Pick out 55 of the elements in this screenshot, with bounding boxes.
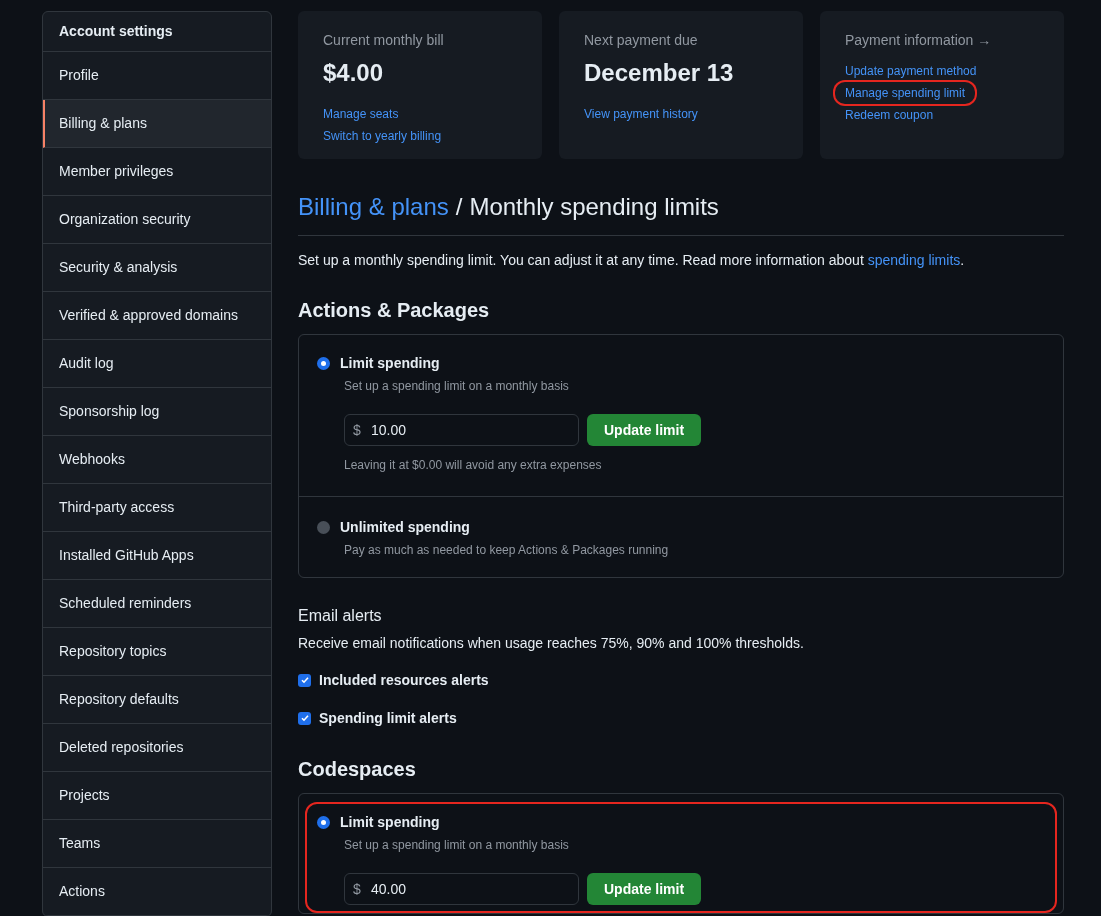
card-link[interactable]: Manage spending limit [835, 82, 976, 104]
card-value: $4.00 [323, 58, 384, 88]
card-link[interactable]: Redeem coupon [845, 104, 934, 126]
sidebar-item[interactable]: Sponsorship log [43, 388, 271, 436]
card-link[interactable]: Update payment method [845, 60, 977, 82]
card-link[interactable]: Manage seats [323, 103, 399, 125]
sidebar-item[interactable]: Member privileges [43, 148, 271, 196]
section-heading: Actions & Packages [298, 298, 491, 323]
card-title: Payment information → [845, 31, 992, 50]
card-value: December 13 [584, 58, 734, 88]
option-label[interactable]: Unlimited spending [340, 517, 470, 538]
card-link[interactable]: Switch to yearly billing [323, 125, 442, 147]
card-title: Next payment due [584, 31, 698, 50]
option-description: Pay as much as needed to keep Actions & Packages running [344, 542, 669, 559]
card-title: Current monthly bill [323, 31, 444, 50]
option-description: Set up a spending limit on a monthly basis [344, 378, 569, 395]
checkbox[interactable] [298, 711, 311, 725]
sidebar-item[interactable]: Scheduled reminders [43, 580, 271, 628]
sidebar-item[interactable]: Deleted repositories [43, 724, 271, 772]
update-limit-button[interactable]: Update limit [587, 414, 702, 446]
sidebar-item[interactable]: Third-party access [43, 484, 271, 532]
email-alerts-description: Receive email notifications when usage reaches 75%, 90% and 100% thresholds. [298, 634, 805, 653]
section-heading: Codespaces [298, 757, 417, 782]
sidebar-item[interactable]: Audit log [43, 340, 271, 388]
option-label[interactable]: Limit spending [340, 812, 440, 833]
checkbox[interactable] [298, 673, 311, 687]
breadcrumb-link[interactable]: Billing & plans [298, 189, 449, 225]
breadcrumb-separator: / [455, 192, 463, 222]
currency-prefix: $ [353, 880, 361, 898]
update-limit-button[interactable]: Update limit [587, 873, 702, 905]
radio-button[interactable] [317, 357, 330, 370]
sidebar-item[interactable]: Installed GitHub Apps [43, 532, 271, 580]
option-note: Leaving it at $0.00 will avoid any extra expenses [344, 457, 602, 474]
sidebar-heading: Account settings [43, 12, 271, 52]
sidebar-item[interactable]: Organization security [43, 196, 271, 244]
sidebar-item[interactable]: Billing & plans [43, 100, 271, 148]
page-title: Monthly spending limits [469, 192, 719, 222]
sidebar-item[interactable]: Repository topics [43, 628, 271, 676]
option-description: Set up a spending limit on a monthly basis [344, 837, 569, 854]
intro-text: Set up a monthly spending limit. You can adjust it at any time. Read more information about spending limits. [298, 251, 966, 270]
sidebar-item[interactable]: Actions [43, 868, 271, 916]
currency-prefix: $ [353, 421, 361, 439]
sidebar-item[interactable]: Verified & approved domains [43, 292, 271, 340]
sidebar-item[interactable]: Projects [43, 772, 271, 820]
email-alerts-heading: Email alerts [298, 606, 383, 626]
option-label[interactable]: Limit spending [340, 353, 440, 374]
radio-button[interactable] [317, 521, 330, 534]
radio-button[interactable] [317, 816, 330, 829]
sidebar-item[interactable]: Security & analysis [43, 244, 271, 292]
sidebar-item[interactable]: Repository defaults [43, 676, 271, 724]
sidebar-item[interactable]: Webhooks [43, 436, 271, 484]
checkbox-label: Included resources alerts [319, 670, 489, 690]
checkbox-label: Spending limit alerts [319, 708, 457, 728]
card-link[interactable]: View payment history [584, 103, 698, 125]
sidebar-item[interactable]: Teams [43, 820, 271, 868]
